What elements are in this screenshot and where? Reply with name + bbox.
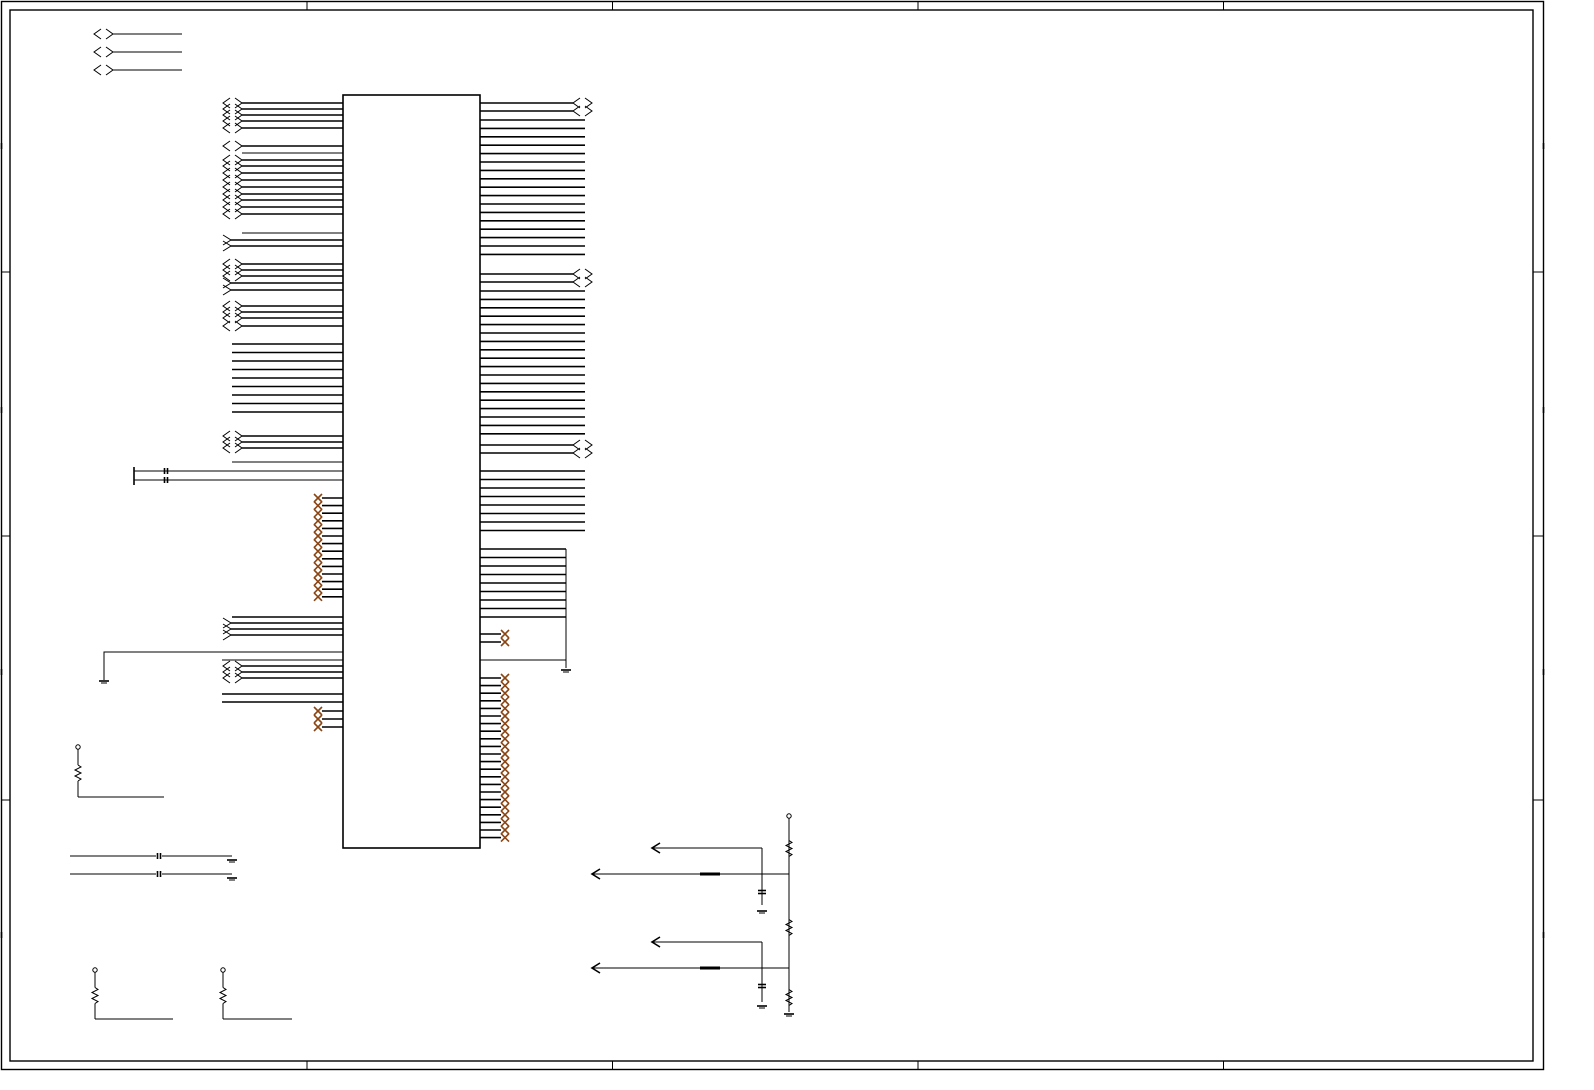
no-connect-icon	[500, 825, 510, 835]
ground-icon	[99, 680, 109, 684]
no-connect-icon	[313, 722, 323, 732]
no-connect-icon	[313, 531, 323, 541]
bidirectional-port-icon	[222, 208, 243, 220]
no-connect-icon	[313, 539, 323, 549]
no-connect-icon	[500, 772, 510, 782]
no-connect-icon	[500, 688, 510, 698]
no-connect-icon	[500, 817, 510, 827]
no-connect-icon	[500, 673, 510, 683]
outer-border	[0, 0, 1545, 1071]
no-connect-icon	[500, 637, 510, 647]
resistor-icon	[90, 972, 100, 1019]
right-pin-wires	[480, 97, 593, 843]
resistor-icon	[218, 972, 228, 1019]
sheet-frame	[0, 0, 1545, 1071]
no-connect-icon	[313, 569, 323, 579]
no-connect-icon	[500, 696, 510, 706]
bidirectional-port-icon	[222, 181, 243, 193]
no-connect-icon	[313, 523, 323, 533]
no-connect-icon	[500, 741, 510, 751]
power-pin-icon	[75, 744, 81, 750]
ground-icon	[784, 1013, 794, 1017]
no-connect-icon	[313, 546, 323, 556]
bidirectional-port-icon	[572, 97, 593, 109]
no-connect-icon	[313, 493, 323, 503]
no-connect-icon	[500, 734, 510, 744]
bidirectional-port-icon	[572, 439, 593, 451]
no-connect-icon	[500, 779, 510, 789]
power-pin-icon	[220, 967, 226, 973]
no-connect-icon	[313, 577, 323, 587]
input-port-icon	[222, 277, 232, 289]
ground-icon	[227, 859, 237, 863]
no-connect-icon	[500, 703, 510, 713]
ferrite-bead-icon	[700, 872, 720, 876]
no-connect-icon	[500, 833, 510, 843]
no-connect-icon	[500, 810, 510, 820]
no-connect-icon	[500, 749, 510, 759]
no-connect-icon	[500, 795, 510, 805]
left-pin-wires	[93, 28, 343, 732]
no-connect-icon	[500, 787, 510, 797]
bidirectional-port-icon	[222, 122, 243, 134]
bidirectional-port-icon	[222, 320, 243, 332]
power-pin-icon	[786, 813, 792, 819]
bidirectional-port-icon	[222, 201, 243, 213]
no-connect-icon	[500, 629, 510, 639]
ic-chip[interactable]	[342, 94, 481, 849]
ferrite-bead-icon	[700, 966, 720, 970]
ic-body	[342, 94, 481, 849]
ground-icon	[561, 669, 571, 673]
bidirectional-port-icon	[222, 140, 243, 152]
no-connect-icon	[313, 516, 323, 526]
ground-icon	[757, 1005, 767, 1009]
bidirectional-port-icon	[222, 174, 243, 186]
no-connect-icon	[500, 802, 510, 812]
bidirectional-port-icon	[572, 276, 593, 288]
power-pin-icon	[92, 967, 98, 973]
bidirectional-port-icon	[222, 167, 243, 179]
ground-icon	[757, 910, 767, 914]
no-connect-icon	[500, 757, 510, 767]
no-connect-icon	[500, 719, 510, 729]
no-connect-icon	[313, 561, 323, 571]
no-connect-icon	[313, 508, 323, 518]
no-connect-icon	[313, 592, 323, 602]
resistor-icon	[73, 749, 83, 797]
bidirectional-port-icon	[572, 268, 593, 280]
schematic-canvas	[0, 0, 1545, 1071]
bidirectional-port-icon	[93, 46, 114, 58]
bidirectional-port-icon	[572, 447, 593, 459]
capacitor-icon	[156, 853, 162, 859]
no-connect-icon	[500, 726, 510, 736]
inner-border	[9, 9, 1534, 1062]
no-connect-icon	[500, 764, 510, 774]
no-connect-icon	[500, 681, 510, 691]
capacitor-icon	[156, 871, 162, 877]
no-connect-icon	[313, 706, 323, 716]
no-connect-icon	[313, 501, 323, 511]
bidirectional-port-icon	[93, 28, 114, 40]
input-port-icon	[222, 284, 232, 296]
no-connect-icon	[313, 554, 323, 564]
no-connect-icon	[313, 584, 323, 594]
no-connect-icon	[500, 711, 510, 721]
no-connect-icon	[313, 714, 323, 724]
ground-icon	[227, 877, 237, 881]
bidirectional-port-icon	[93, 64, 114, 76]
bidirectional-port-icon	[572, 105, 593, 117]
